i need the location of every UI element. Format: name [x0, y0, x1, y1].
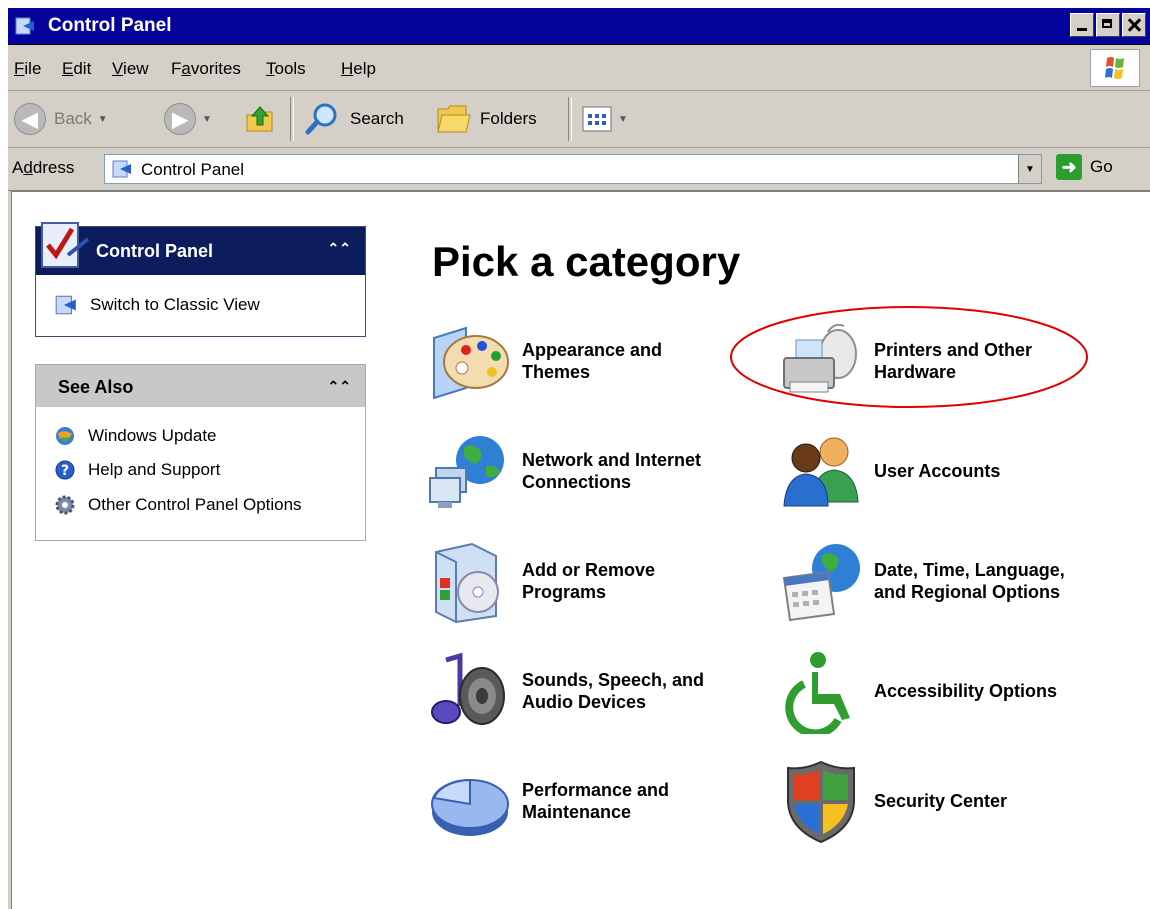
printer-hardware-icon	[783, 323, 857, 393]
category-performance-and-maintenance[interactable]: Performance and Maintenance	[426, 758, 669, 844]
control-panel-icon	[112, 160, 131, 178]
back-button[interactable]: ◀ Back ▼	[14, 100, 108, 138]
control-panel-checklist-icon	[41, 222, 90, 268]
see-also-pane-header[interactable]: See Also ⌃⌃	[36, 365, 365, 407]
folders-icon	[437, 105, 471, 133]
page-title: Pick a category	[432, 238, 741, 285]
category-sounds-speech-audio[interactable]: Sounds, Speech, and Audio Devices	[426, 648, 704, 734]
category-user-accounts[interactable]: User Accounts	[778, 428, 1000, 514]
category-label-line2: Maintenance	[522, 802, 632, 822]
forward-button[interactable]: ▶ ▼	[164, 100, 212, 138]
category-label-line1: Add or Remove	[522, 560, 656, 580]
help-and-support-link[interactable]: ? Help and Support	[54, 459, 220, 481]
category-label-line1: Security Center	[874, 791, 1008, 811]
pane-title: See Also	[58, 377, 134, 397]
category-label-line1: Network and Internet	[522, 450, 702, 470]
views-grid-icon	[582, 106, 612, 132]
category-date-time-language-regional[interactable]: Date, Time, Language, and Regional Optio…	[778, 538, 1065, 624]
collapse-chevron-icon[interactable]: ⌃⌃	[328, 378, 351, 395]
category-label-line2: Themes	[522, 362, 591, 382]
go-arrow-icon: ➜	[1056, 154, 1082, 180]
category-label-line1: User Accounts	[874, 461, 1001, 481]
switch-to-classic-view-link[interactable]: Switch to Classic View	[54, 293, 260, 317]
security-shield-icon	[787, 760, 855, 844]
date-time-globe-icon	[782, 544, 860, 622]
category-label-line2: Programs	[522, 582, 607, 602]
control-panel-icon	[15, 17, 34, 35]
category-label-line1: Accessibility Options	[874, 681, 1058, 701]
menu-help[interactable]: Help	[341, 59, 376, 79]
title-bar: Control Panel	[8, 8, 1150, 45]
category-label-line2: Connections	[522, 472, 632, 492]
accessibility-wheelchair-icon	[785, 652, 850, 734]
category-network-and-internet-connections[interactable]: Network and Internet Connections	[426, 428, 701, 514]
address-value: Control Panel	[141, 160, 245, 179]
add-remove-programs-icon	[435, 542, 499, 624]
network-globe-icon	[429, 436, 504, 508]
search-icon	[305, 103, 337, 135]
control-panel-window: Control Panel File Edit View Favorites T…	[0, 0, 1150, 909]
user-accounts-icon	[783, 437, 859, 507]
windows-update-link[interactable]: Windows Update	[54, 425, 217, 447]
minimize-button[interactable]	[1070, 13, 1094, 37]
category-label-line1: Date, Time, Language,	[874, 560, 1065, 580]
search-button[interactable]: Search	[304, 100, 404, 138]
category-label-line2: and Regional Options	[874, 582, 1061, 602]
appearance-palette-icon	[433, 326, 509, 400]
folders-button[interactable]: Folders	[436, 100, 537, 138]
chevron-down-icon: ▼	[202, 113, 212, 125]
menu-bar: File Edit View Favorites Tools Help	[8, 45, 1150, 91]
category-accessibility-options[interactable]: Accessibility Options	[778, 648, 1057, 734]
category-security-center[interactable]: Security Center	[778, 758, 1007, 844]
windows-update-icon	[56, 427, 74, 445]
up-folder-button[interactable]	[244, 100, 276, 138]
svg-text:?: ?	[61, 463, 69, 479]
forward-arrow-icon: ▶	[164, 103, 196, 135]
windows-logo-icon	[1090, 49, 1140, 87]
category-appearance-and-themes[interactable]: Appearance and Themes	[426, 318, 662, 404]
menu-favorites[interactable]: Favorites	[171, 59, 241, 79]
category-label-line2: Audio Devices	[522, 692, 647, 712]
views-button[interactable]: ▼	[582, 100, 628, 138]
control-panel-icon	[55, 295, 76, 315]
category-printers-and-other-hardware[interactable]: Printers and Other Hardware	[778, 318, 1032, 404]
sounds-music-note-icon	[431, 652, 505, 725]
see-also-task-pane: See Also ⌃⌃ Windows Update ? Help and Su…	[35, 364, 366, 541]
category-label-line1: Appearance and	[522, 340, 663, 360]
control-panel-task-pane: Control Panel ⌃⌃ Switch to Classic View	[35, 222, 366, 337]
category-label-line1: Sounds, Speech, and	[522, 670, 705, 690]
menu-file[interactable]: File	[14, 59, 41, 79]
collapse-chevron-icon[interactable]: ⌃⌃	[328, 240, 351, 257]
menu-tools[interactable]: Tools	[266, 59, 306, 79]
help-icon: ?	[55, 460, 75, 480]
back-arrow-icon: ◀	[14, 103, 46, 135]
window-title: Control Panel	[48, 15, 172, 36]
category-label-line1: Performance and	[522, 780, 670, 800]
toolbar: ◀ Back ▼ ▶ ▼ Search Folders ▼	[8, 91, 1150, 148]
close-button[interactable]	[1122, 13, 1146, 37]
gear-icon	[55, 495, 75, 515]
maximize-button[interactable]	[1096, 13, 1120, 37]
up-folder-icon	[246, 106, 273, 132]
menu-view[interactable]: View	[112, 59, 149, 79]
address-field[interactable]: Control Panel ▼	[104, 154, 1042, 184]
other-control-panel-options-link[interactable]: Other Control Panel Options	[54, 494, 302, 516]
menu-edit[interactable]: Edit	[62, 59, 91, 79]
control-panel-pane-header[interactable]: Control Panel ⌃⌃	[36, 222, 365, 275]
chevron-down-icon: ▼	[97, 113, 108, 125]
chevron-down-icon: ▼	[618, 113, 628, 125]
go-button[interactable]: ➜ Go	[1056, 154, 1113, 180]
category-add-or-remove-programs[interactable]: Add or Remove Programs	[426, 538, 655, 624]
category-label-line1: Printers and Other	[874, 340, 1033, 360]
category-label-line2: Hardware	[874, 362, 957, 382]
address-label: Address	[12, 158, 75, 177]
address-dropdown-button[interactable]: ▼	[1018, 155, 1041, 183]
performance-pie-chart-icon	[431, 778, 509, 836]
pane-title: Control Panel	[96, 241, 214, 261]
address-bar: Address Control Panel ▼ ➜ Go	[8, 148, 1150, 192]
